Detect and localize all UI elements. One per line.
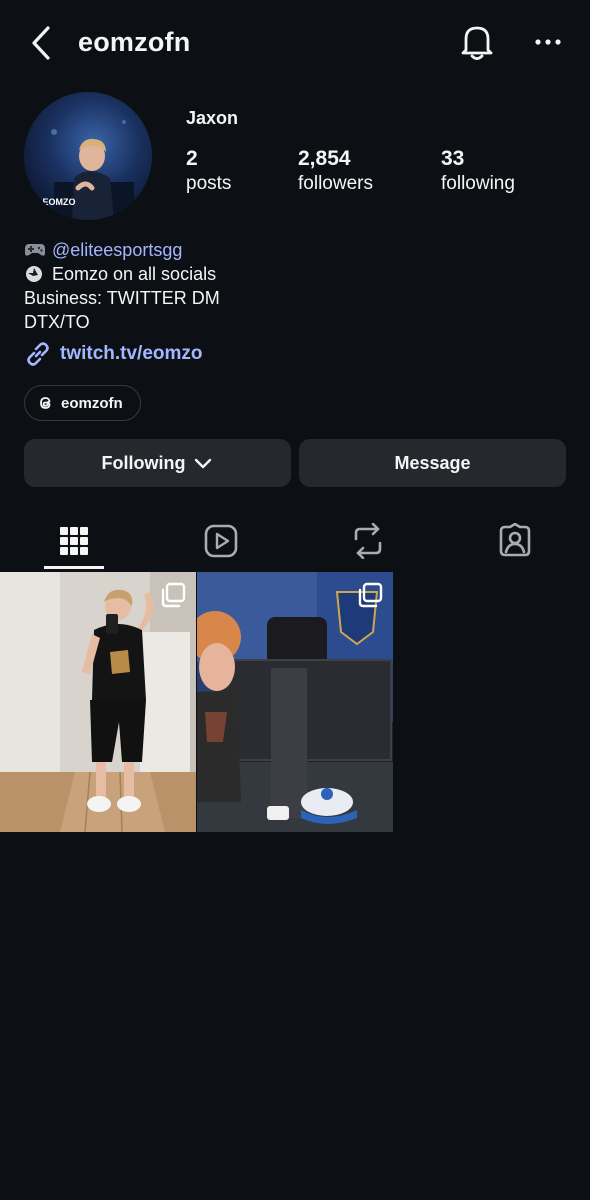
threads-icon — [40, 397, 51, 409]
more-horizontal-icon — [535, 39, 561, 45]
bio-line-socials: Eomzo on all socials — [24, 262, 564, 286]
display-name: Jaxon — [186, 108, 239, 128]
bio-line-mention: @eliteesportsgg — [24, 238, 564, 262]
tab-grid[interactable] — [0, 512, 147, 570]
more-options-button[interactable] — [528, 30, 568, 54]
active-tab-indicator — [44, 566, 104, 569]
tagged-icon — [499, 523, 530, 557]
following-label: following — [441, 173, 515, 194]
top-bar: eomzofn — [0, 0, 590, 86]
chevron-down-icon — [195, 458, 212, 469]
back-button[interactable] — [26, 24, 56, 62]
bell-icon — [461, 26, 493, 60]
profile-avatar[interactable]: E EOMZO — [24, 92, 152, 220]
multiple-photos-icon — [161, 582, 186, 608]
threads-chip-label: eomzofn — [61, 394, 123, 412]
grid-icon — [59, 527, 88, 555]
bio-text-socials: Eomzo on all socials — [52, 264, 217, 284]
message-button[interactable]: Message — [299, 439, 566, 487]
tab-reposts[interactable] — [294, 512, 441, 570]
bio-website-link[interactable]: twitch.tv/eomzo — [24, 340, 203, 368]
threads-profile-chip[interactable]: eomzofn — [24, 385, 141, 421]
chevron-left-icon — [32, 26, 50, 60]
tab-reels[interactable] — [147, 512, 294, 570]
avatar-photo: E EOMZO — [24, 92, 152, 220]
reels-icon — [204, 524, 237, 558]
bio-text-location: DTX/TO — [24, 312, 90, 332]
profile-bio: @eliteesportsgg Eomzo on all socials Bus… — [24, 238, 564, 334]
posts-stat[interactable]: 2 posts — [186, 146, 231, 196]
avatar-caption: E EOMZO — [34, 197, 76, 207]
following-button[interactable]: Following — [24, 439, 291, 487]
profile-username: eomzofn — [78, 27, 191, 57]
message-button-label: Message — [394, 452, 471, 473]
bio-mention-link[interactable]: @eliteesportsgg — [52, 238, 182, 262]
repost-icon — [354, 523, 381, 559]
following-button-label: Following — [101, 452, 186, 473]
multiple-photos-icon — [358, 582, 383, 608]
link-icon — [27, 342, 49, 366]
notifications-button[interactable] — [458, 22, 496, 62]
post-photo-esports-event — [197, 572, 393, 832]
tab-tagged[interactable] — [441, 512, 588, 570]
ball-icon — [24, 262, 52, 286]
following-stat[interactable]: 33 following — [441, 146, 515, 196]
game-controller-icon — [24, 238, 52, 262]
post-thumbnail-1[interactable] — [0, 572, 196, 832]
post-thumbnail-2[interactable] — [197, 572, 393, 832]
posts-count: 2 — [186, 147, 198, 170]
posts-label: posts — [186, 173, 232, 194]
followers-stat[interactable]: 2,854 followers — [298, 146, 373, 196]
post-photo-mirror-selfie — [0, 572, 196, 832]
followers-label: followers — [298, 173, 373, 194]
profile-tabs — [0, 512, 590, 570]
bio-text-business: Business: TWITTER DM — [24, 288, 220, 308]
website-link-text: twitch.tv/eomzo — [60, 343, 203, 364]
followers-count: 2,854 — [298, 147, 351, 170]
following-count: 33 — [441, 147, 465, 170]
